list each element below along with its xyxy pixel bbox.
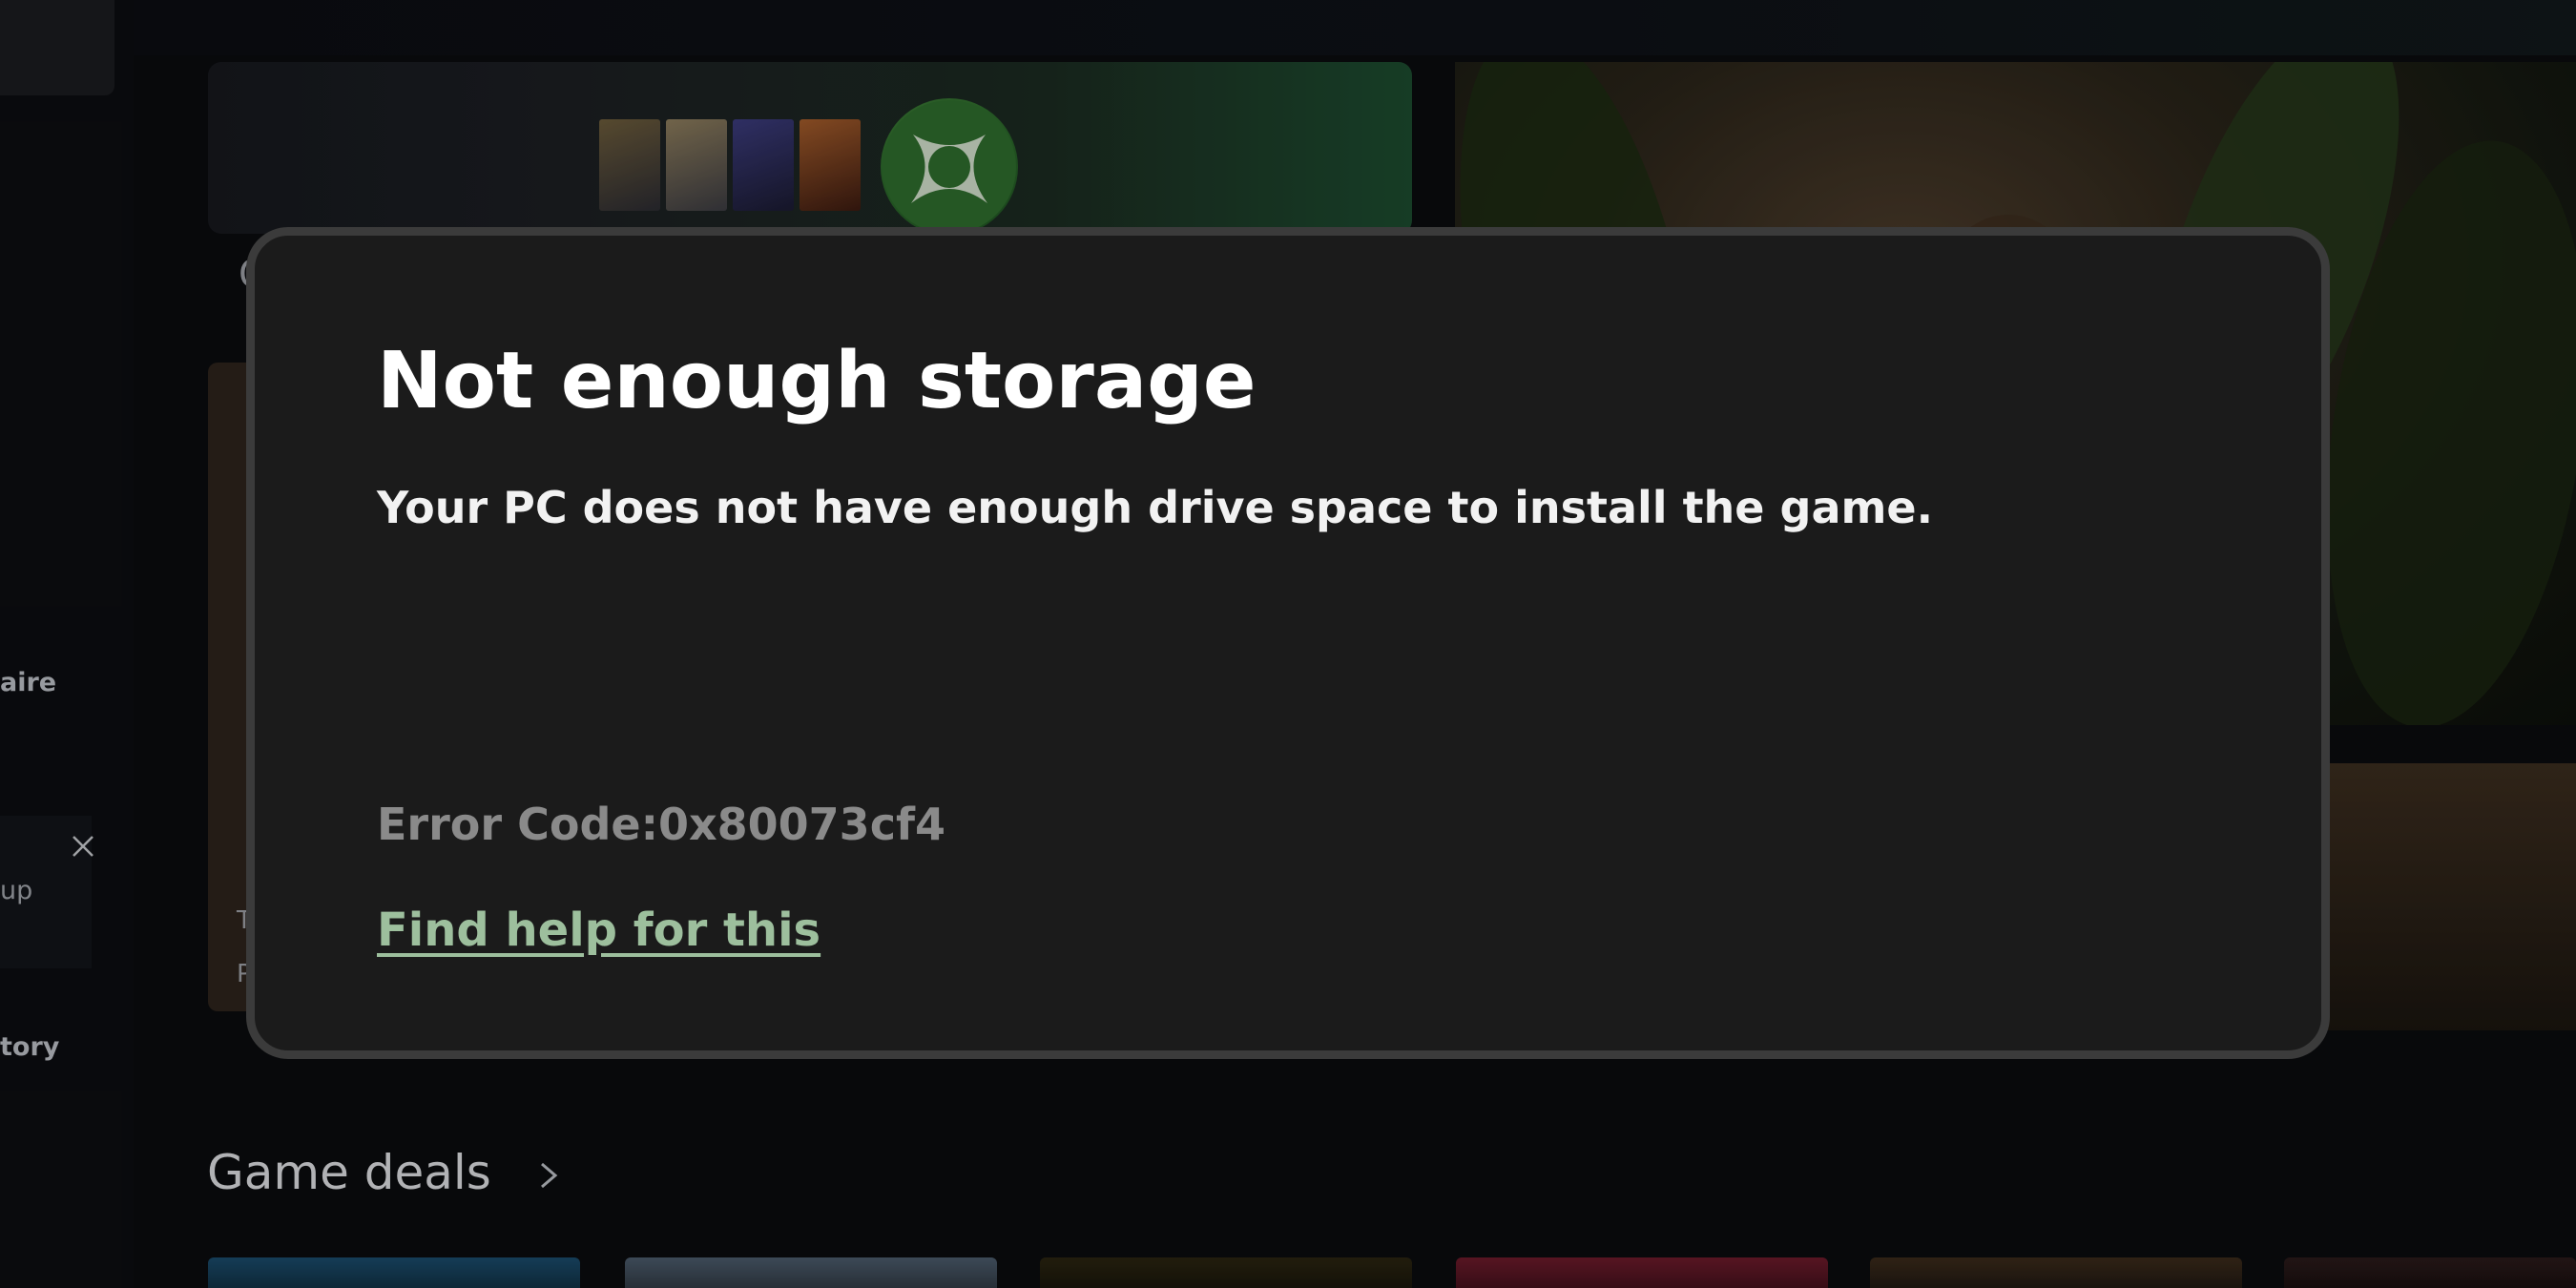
dialog-message: Your PC does not have enough drive space… (377, 482, 1934, 533)
error-dialog: Not enough storage Your PC does not have… (246, 227, 2330, 1059)
error-code: Error Code:0x80073cf4 (377, 799, 945, 850)
xbox-app-window: aire up tory G T P Game deals (0, 0, 2576, 1288)
dialog-title: Not enough storage (377, 336, 1257, 426)
find-help-link[interactable]: Find help for this (377, 904, 821, 957)
